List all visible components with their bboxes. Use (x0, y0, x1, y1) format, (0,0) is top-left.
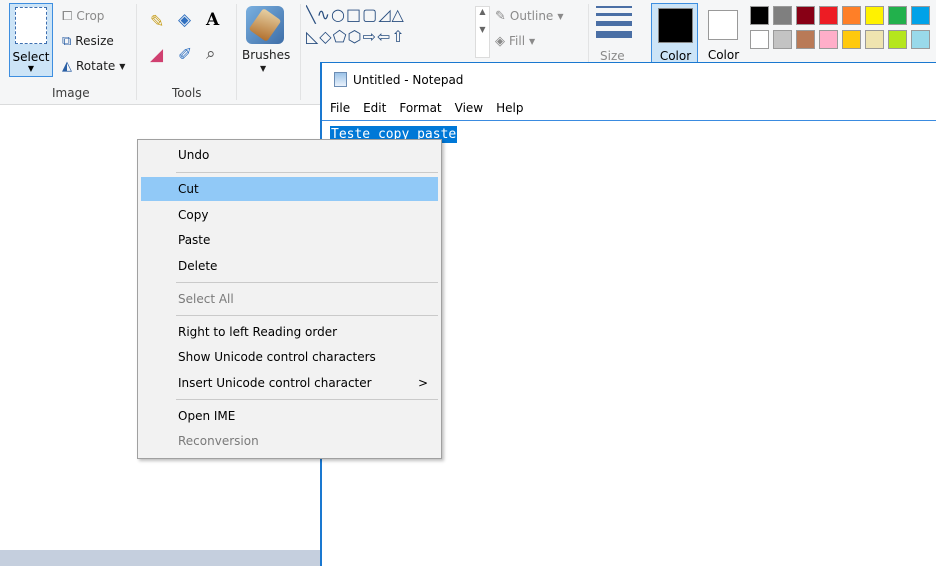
color-picker-icon[interactable]: ✐ (178, 47, 192, 64)
menu-item-label: Insert Unicode control character (178, 376, 372, 390)
palette-swatch[interactable] (911, 6, 930, 25)
menu-item-copy[interactable]: Copy (141, 203, 438, 227)
notepad-edit-border (322, 120, 936, 121)
menu-separator (176, 315, 438, 316)
shapes-row: ╲∿○□▢◿△ (306, 5, 405, 24)
palette-swatch[interactable] (911, 30, 930, 49)
menu-item-open-ime[interactable]: Open IME (141, 404, 438, 428)
submenu-arrow-icon: > (417, 376, 428, 390)
tools-group-label: Tools (172, 86, 202, 100)
magnifier-icon[interactable]: ⌕ (206, 46, 216, 63)
menu-item-rtl-reading-order[interactable]: Right to left Reading order (141, 320, 438, 344)
menu-separator (176, 282, 438, 283)
menu-help[interactable]: Help (496, 101, 523, 115)
chevron-down-icon: ▼ (119, 61, 126, 71)
palette-swatch[interactable] (865, 30, 884, 49)
palette-swatch[interactable] (819, 6, 838, 25)
menu-separator (176, 172, 438, 173)
crop-button[interactable]: ⧠ Crop (62, 9, 104, 23)
notepad-menubar: File Edit Format View Help (330, 101, 523, 115)
menu-item-reconversion[interactable]: Reconversion (141, 429, 438, 453)
chevron-down-icon: ▼ (260, 64, 267, 73)
outline-button[interactable]: ✎ Outline ▼ (495, 9, 563, 23)
shapes-row: ◺◇⬠⬡⇨⇦⇧ (306, 27, 406, 46)
menu-item-paste[interactable]: Paste (141, 228, 438, 252)
select-label: Select (12, 50, 50, 64)
menu-item-insert-unicode-char[interactable]: Insert Unicode control character > (141, 371, 438, 395)
brushes-icon[interactable] (246, 6, 284, 44)
fill-icon: ◈ (495, 33, 505, 49)
palette-swatch[interactable] (865, 6, 884, 25)
color1-label: Color (659, 49, 692, 63)
palette-swatch[interactable] (750, 6, 769, 25)
palette-swatch[interactable] (773, 6, 792, 25)
palette-swatch[interactable] (750, 30, 769, 49)
pencil-icon[interactable]: ✎ (150, 14, 164, 31)
chevron-down-icon: ▼ (27, 64, 35, 73)
resize-label: Resize (75, 34, 114, 48)
palette-swatch[interactable] (773, 30, 792, 49)
menu-view[interactable]: View (455, 101, 483, 115)
text-tool-icon[interactable]: A (206, 12, 219, 29)
palette-swatch[interactable] (888, 6, 907, 25)
notepad-title: Untitled - Notepad (353, 72, 464, 87)
brushes-button[interactable]: Brushes (242, 48, 290, 62)
outline-label: Outline (509, 9, 554, 23)
resize-button[interactable]: ⧉ Resize (62, 34, 114, 48)
palette-swatch[interactable] (819, 30, 838, 49)
chevron-down-icon: ▼ (529, 36, 536, 46)
eraser-icon[interactable]: ◢ (150, 47, 163, 64)
image-group-label: Image (52, 86, 90, 100)
crop-label: Crop (76, 9, 105, 23)
context-menu: Undo Cut Copy Paste Delete Select All Ri… (137, 139, 442, 459)
size-button[interactable]: Size (600, 49, 625, 63)
palette-swatch[interactable] (842, 30, 861, 49)
palette-swatch[interactable] (796, 30, 815, 49)
rotate-label: Rotate (76, 59, 116, 73)
ribbon-divider (136, 4, 137, 100)
menu-edit[interactable]: Edit (363, 101, 386, 115)
menu-item-show-unicode-chars[interactable]: Show Unicode control characters (141, 345, 438, 369)
rotate-icon: ◭ (62, 58, 72, 74)
palette-swatch[interactable] (842, 6, 861, 25)
brushes-label: Brushes (242, 48, 291, 62)
notepad-icon (334, 72, 347, 87)
color2-swatch (708, 10, 738, 40)
notepad-titlebar: Untitled - Notepad (334, 72, 463, 87)
paint-canvas-edge (0, 550, 322, 566)
chevron-down-icon: ▼ (557, 11, 564, 21)
menu-item-undo[interactable]: Undo (141, 143, 438, 167)
size-icon[interactable] (596, 6, 632, 43)
menu-item-delete[interactable]: Delete (141, 254, 438, 278)
size-label: Size (600, 49, 625, 63)
palette-swatch[interactable] (888, 30, 907, 49)
color1-swatch (658, 8, 693, 43)
ribbon-divider (236, 4, 237, 100)
fill-button[interactable]: ◈ Fill ▼ (495, 34, 535, 48)
select-button[interactable]: Select ▼ (9, 3, 53, 77)
fill-bucket-icon[interactable]: ◈ (178, 12, 191, 29)
fill-label: Fill (509, 34, 526, 48)
color2-label: Color (707, 48, 740, 62)
rotate-button[interactable]: ◭ Rotate ▼ (62, 59, 125, 73)
palette-swatch[interactable] (796, 6, 815, 25)
menu-file[interactable]: File (330, 101, 350, 115)
outline-icon: ✎ (495, 8, 506, 24)
shapes-scrollbar[interactable]: ▲ ▼ (475, 6, 490, 58)
selection-icon (15, 7, 47, 44)
menu-format[interactable]: Format (399, 101, 441, 115)
menu-separator (176, 399, 438, 400)
menu-item-cut[interactable]: Cut (141, 177, 438, 201)
ribbon-divider (300, 4, 301, 100)
resize-icon: ⧉ (62, 33, 72, 49)
shapes-gallery[interactable]: ╲∿○□▢◿△ ◺◇⬠⬡⇨⇦⇧ (306, 4, 474, 70)
menu-item-select-all[interactable]: Select All (141, 287, 438, 311)
crop-icon: ⧠ (62, 8, 73, 24)
